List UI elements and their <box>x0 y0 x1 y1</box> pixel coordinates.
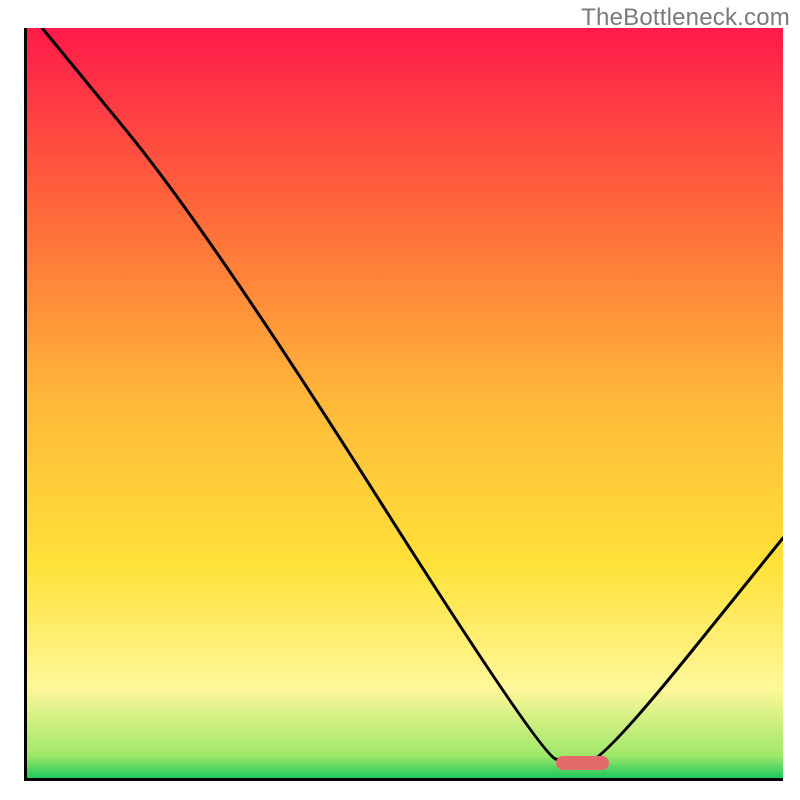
chart-container: TheBottleneck.com <box>0 0 800 800</box>
watermark-text: TheBottleneck.com <box>581 4 790 32</box>
bottleneck-curve <box>42 28 783 763</box>
curve-svg <box>27 28 783 778</box>
optimal-marker <box>556 756 609 770</box>
plot-area <box>24 28 783 781</box>
